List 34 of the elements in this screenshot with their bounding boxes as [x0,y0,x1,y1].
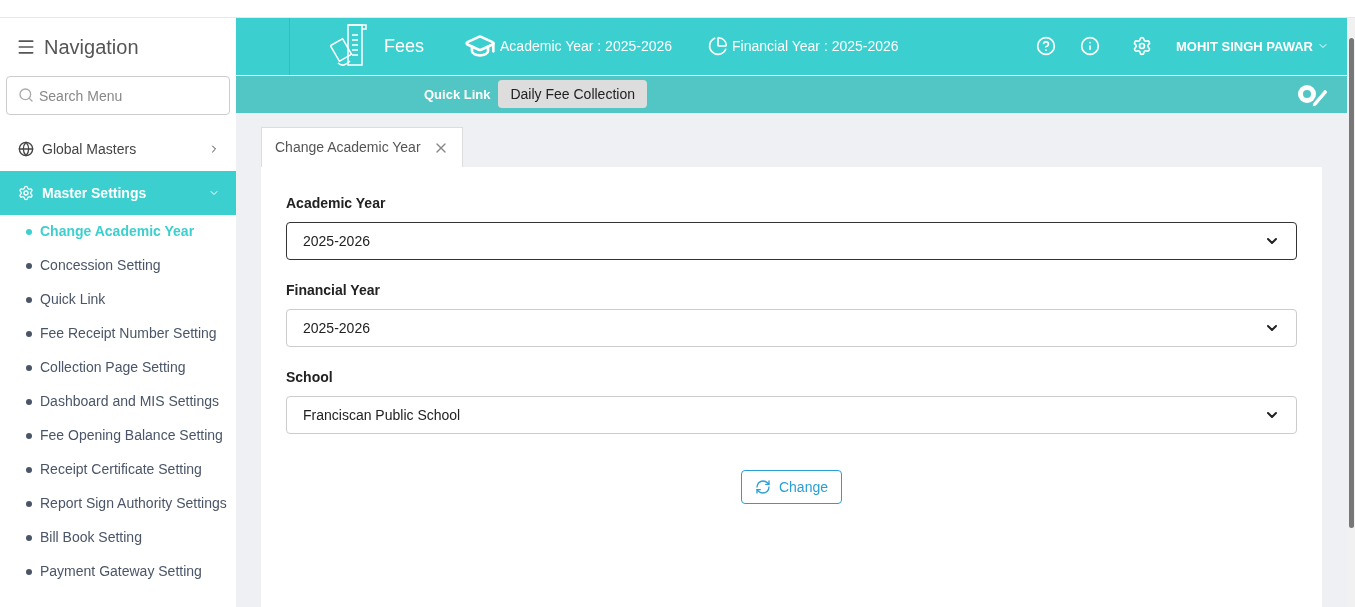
menu-group[interactable]: Global Masters [0,127,236,171]
tab[interactable]: Change Academic Year [261,127,463,167]
search-field[interactable]: Search Menu [6,76,230,115]
menu-item[interactable]: Concession Setting [0,249,236,283]
field-label: Academic Year [286,194,387,213]
sidebar-title: Navigation [44,35,139,60]
menu-item[interactable]: Quick Link [0,283,236,317]
info-icon[interactable] [1080,36,1100,57]
search-icon [18,87,34,103]
menu-item[interactable]: Payment Gateway Setting [0,555,236,589]
academic-year: Academic Year : 2025-2026 [500,36,673,56]
menu-item[interactable]: Dashboard and MIS Settings [0,385,236,419]
select-field[interactable]: Franciscan Public School [286,396,1297,434]
select-field[interactable]: 2025-2026 [286,222,1297,260]
menu-item[interactable]: Fee Receipt Number Setting [0,317,236,351]
select-field[interactable]: 2025-2026 [286,309,1297,347]
menu-item[interactable]: Collection Page Setting [0,351,236,385]
field-label: Financial Year [286,281,381,300]
pie-chart-icon [708,36,729,57]
menu-item[interactable]: Report Sign Authority Settings [0,487,236,521]
gear-icon [18,185,34,201]
globe-icon [18,141,34,157]
menu-item[interactable]: Bill Book Setting [0,521,236,555]
field-label: School [286,368,334,387]
menu-item[interactable]: Receipt Certificate Setting [0,453,236,487]
financial-year: Financial Year : 2025-2026 [732,36,899,56]
quick-link-button[interactable]: Daily Fee Collection [498,80,647,109]
menu-item[interactable]: Fee Opening Balance Setting [0,419,236,453]
settings-icon[interactable] [1132,36,1152,57]
help-icon[interactable] [1036,36,1056,57]
menu-icon[interactable] [16,37,36,57]
quick-link-label: Quick Link [424,85,491,104]
refresh-icon [754,479,771,495]
module-title: Fees [384,34,425,58]
